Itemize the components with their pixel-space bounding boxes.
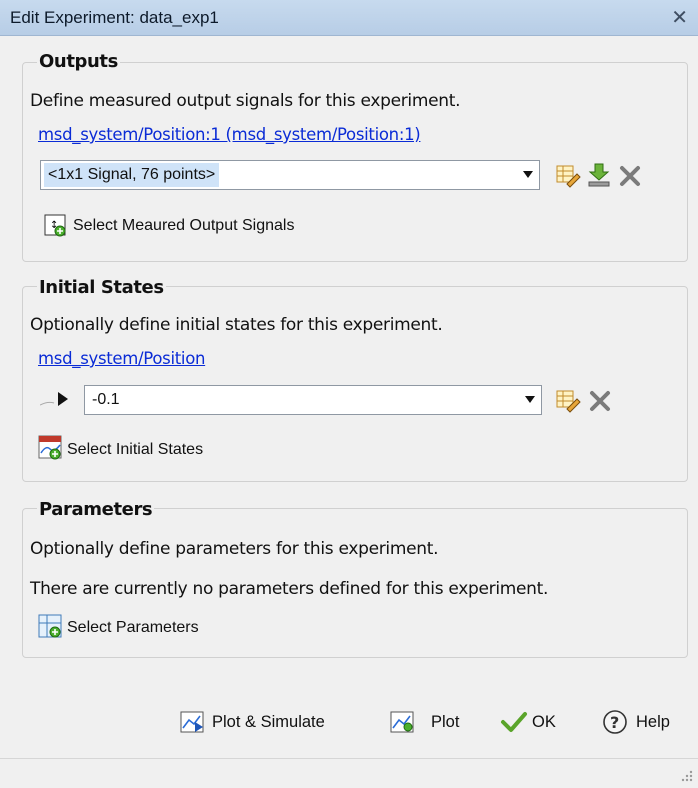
initial-state-value: -0.1 — [92, 391, 120, 408]
checkmark-icon[interactable] — [500, 710, 528, 734]
plot-simulate-button[interactable]: Plot & Simulate — [212, 713, 325, 732]
initial-states-description: Optionally define initial states for thi… — [30, 315, 443, 335]
select-signals-icon[interactable]: ↕ — [44, 214, 68, 238]
output-signal-link[interactable]: msd_system/Position:1 (msd_system/Positi… — [38, 125, 421, 144]
initial-state-link[interactable]: msd_system/Position — [38, 349, 205, 368]
plot-simulate-icon[interactable] — [180, 710, 206, 734]
initial-state-combo[interactable]: -0.1 — [84, 385, 542, 415]
select-initial-states-button[interactable]: Select Initial States — [67, 441, 203, 459]
parameters-empty-message: There are currently no parameters define… — [30, 579, 549, 599]
output-signal-combo[interactable]: <1x1 Signal, 76 points> — [40, 160, 540, 190]
initial-states-title: Initial States — [37, 277, 166, 298]
delete-icon[interactable] — [618, 164, 644, 190]
chevron-down-icon[interactable] — [523, 171, 533, 178]
close-icon[interactable]: ✕ — [671, 5, 688, 30]
output-signal-value: <1x1 Signal, 76 points> — [44, 163, 220, 187]
title-bar[interactable]: Edit Experiment: data_exp1 ✕ — [0, 0, 698, 36]
select-states-icon[interactable] — [38, 435, 64, 461]
parameters-description: Optionally define parameters for this ex… — [30, 539, 439, 559]
edit-icon[interactable] — [555, 387, 581, 413]
chevron-down-icon[interactable] — [525, 396, 535, 403]
status-bar — [0, 758, 698, 788]
outputs-title: Outputs — [37, 51, 120, 72]
select-parameters-button[interactable]: Select Parameters — [67, 619, 199, 637]
help-icon[interactable]: ? — [602, 709, 628, 735]
select-output-signals-button[interactable]: Select Meaured Output Signals — [73, 217, 294, 235]
plot-button[interactable]: Plot — [431, 713, 459, 732]
help-button[interactable]: Help — [636, 713, 670, 732]
window-title: Edit Experiment: data_exp1 — [10, 8, 219, 27]
select-parameters-icon[interactable] — [38, 614, 64, 640]
resize-grip-icon[interactable] — [678, 769, 694, 785]
svg-text:?: ? — [610, 713, 619, 732]
edit-icon[interactable] — [555, 162, 581, 188]
delete-icon[interactable] — [588, 389, 614, 415]
expand-arrow-icon[interactable] — [40, 388, 80, 410]
parameters-title: Parameters — [37, 499, 155, 520]
outputs-description: Define measured output signals for this … — [30, 91, 461, 111]
import-icon[interactable] — [586, 162, 612, 188]
ok-button[interactable]: OK — [532, 713, 556, 732]
plot-icon[interactable] — [390, 710, 416, 734]
